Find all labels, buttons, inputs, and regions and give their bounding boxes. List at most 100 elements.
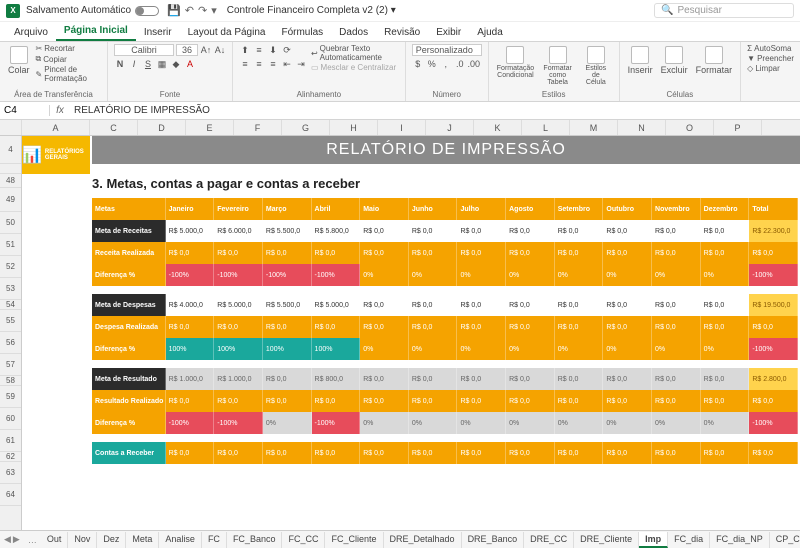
fx-icon[interactable]: fx [50,105,70,116]
col-header[interactable]: G [282,120,330,135]
sheet-tab[interactable]: Out [41,532,69,548]
table-cell[interactable]: R$ 0,0 [409,390,458,412]
sheet-content[interactable]: 📊 RELATÓRIOS GERAIS RELATÓRIO DE IMPRESS… [22,136,800,530]
format-table-button[interactable]: Formatar como Tabela [540,44,575,88]
table-cell[interactable]: R$ 0,0 [652,316,701,338]
table-cell[interactable]: -100% [749,264,798,286]
comma-icon[interactable]: , [440,58,452,70]
table-cell[interactable]: 0% [555,264,604,286]
table-cell[interactable]: -100% [749,412,798,434]
ribbon-tab[interactable]: Fórmulas [273,24,331,41]
table-cell[interactable]: R$ 0,0 [652,242,701,264]
sheet-tab[interactable]: DRE_Detalhado [384,532,462,548]
row-header[interactable]: 4 [0,136,21,164]
row-header[interactable]: 62 [0,452,21,462]
redo-icon[interactable]: ↷ [198,4,207,17]
bold-button[interactable]: N [114,58,126,70]
table-cell[interactable]: R$ 0,0 [263,442,312,464]
table-cell[interactable]: R$ 0,0 [749,242,798,264]
table-cell[interactable]: R$ 0,0 [360,442,409,464]
document-title[interactable]: Controle Financeiro Completa v2 (2) ▾ [227,5,396,16]
align-left-icon[interactable]: ≡ [239,58,251,70]
table-cell[interactable]: -100% [166,264,215,286]
ribbon-tab[interactable]: Exibir [428,24,469,41]
cell-styles-button[interactable]: Estilos de Célula [579,44,613,88]
autosave-toggle[interactable]: Salvamento Automático [26,5,159,16]
sheet-tab[interactable]: Meta [126,532,159,548]
row-header[interactable]: 61 [0,430,21,452]
ribbon-tab[interactable]: Layout da Página [180,24,274,41]
table-cell[interactable]: R$ 0,0 [652,294,701,316]
table-cell[interactable]: -100% [749,338,798,360]
table-cell[interactable]: -100% [263,264,312,286]
table-cell[interactable]: -100% [214,264,263,286]
sheet-tab[interactable]: FC_dia [668,532,710,548]
table-cell[interactable]: 0% [652,338,701,360]
font-color-button[interactable]: A [184,58,196,70]
row-header[interactable]: 59 [0,386,21,408]
table-cell[interactable]: 0% [603,412,652,434]
ribbon-tab[interactable]: Revisão [376,24,428,41]
align-bot-icon[interactable]: ⬇ [267,44,279,56]
table-cell[interactable]: R$ 0,0 [701,316,750,338]
delete-button[interactable]: Excluir [659,44,690,77]
table-cell[interactable]: R$ 0,0 [555,368,604,390]
row-header[interactable]: 52 [0,256,21,278]
row-header[interactable]: 53 [0,278,21,300]
sheet-tab[interactable]: FC_dia_NP [710,532,770,548]
row-header[interactable] [0,164,21,174]
table-cell[interactable]: R$ 0,0 [555,390,604,412]
copy-button[interactable]: ⧉Copiar [36,54,101,64]
table-cell[interactable]: R$ 0,0 [263,242,312,264]
table-cell[interactable]: R$ 0,0 [166,242,215,264]
table-cell[interactable]: R$ 0,0 [312,390,361,412]
sheet-tab[interactable]: Imp [639,532,668,548]
table-cell[interactable]: R$ 0,0 [457,220,506,242]
table-cell[interactable]: R$ 0,0 [360,368,409,390]
ribbon-tab[interactable]: Inserir [136,24,180,41]
number-format-select[interactable]: Personalizado [412,44,482,56]
table-cell[interactable]: R$ 0,0 [409,220,458,242]
merge-button[interactable]: ▭Mesclar e Centralizar [311,63,399,72]
table-cell[interactable]: R$ 0,0 [409,242,458,264]
table-cell[interactable]: R$ 0,0 [555,294,604,316]
col-header[interactable]: E [186,120,234,135]
table-cell[interactable]: R$ 0,0 [312,442,361,464]
table-cell[interactable]: R$ 0,0 [457,442,506,464]
tab-next-icon[interactable]: ▶ [13,534,20,545]
table-cell[interactable]: R$ 0,0 [603,294,652,316]
table-cell[interactable]: R$ 0,0 [506,294,555,316]
sheet-tab[interactable]: DRE_CC [524,532,574,548]
table-cell[interactable]: R$ 0,0 [457,368,506,390]
row-header[interactable]: 60 [0,408,21,430]
sheet-tab[interactable]: FC_Cliente [325,532,383,548]
table-cell[interactable]: R$ 0,0 [701,220,750,242]
table-cell[interactable]: R$ 0,0 [312,242,361,264]
select-all-cell[interactable] [0,120,22,135]
table-cell[interactable]: 0% [457,264,506,286]
clear-button[interactable]: ◇Limpar [747,64,794,73]
ribbon-tab[interactable]: Arquivo [6,24,56,41]
indent-inc-icon[interactable]: ⇥ [295,58,307,70]
sheet-tab[interactable]: FC_CC [282,532,325,548]
table-cell[interactable]: 0% [701,338,750,360]
table-cell[interactable]: 0% [360,412,409,434]
sheet-tab[interactable]: DRE_Banco [462,532,525,548]
table-cell[interactable]: 100% [166,338,215,360]
table-cell[interactable]: 0% [360,264,409,286]
table-cell[interactable]: R$ 0,0 [506,442,555,464]
underline-button[interactable]: S [142,58,154,70]
row-header[interactable]: 51 [0,234,21,256]
percent-icon[interactable]: % [426,58,438,70]
table-cell[interactable]: 0% [603,264,652,286]
table-cell[interactable]: R$ 0,0 [701,294,750,316]
table-cell[interactable]: R$ 0,0 [457,242,506,264]
table-cell[interactable]: 0% [652,412,701,434]
table-cell[interactable]: R$ 0,0 [701,242,750,264]
paste-button[interactable]: Colar [6,44,32,77]
table-cell[interactable]: R$ 0,0 [263,390,312,412]
col-header[interactable]: D [138,120,186,135]
table-cell[interactable]: 0% [409,264,458,286]
increase-font-icon[interactable]: A↑ [200,44,212,56]
font-size-select[interactable]: 36 [176,44,198,56]
